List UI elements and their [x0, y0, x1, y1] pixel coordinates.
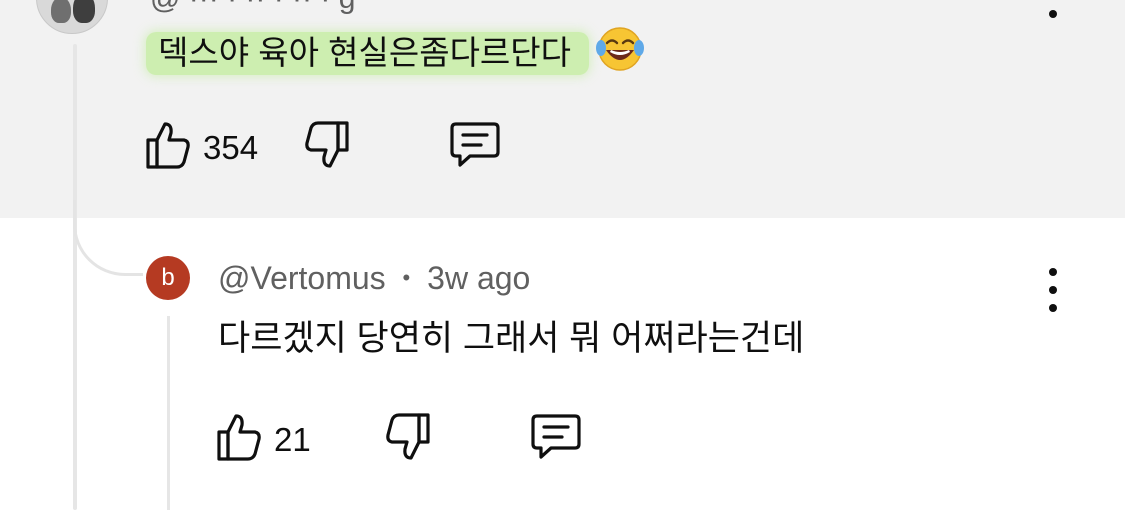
reply-button[interactable]	[529, 412, 583, 467]
face-with-tears-of-joy-icon	[595, 26, 645, 72]
dislike-button[interactable]	[385, 412, 431, 467]
more-vertical-icon[interactable]	[1043, 268, 1063, 312]
comment-icon	[529, 412, 583, 467]
thumbs-up-icon	[145, 120, 191, 175]
thumbs-down-icon	[304, 120, 350, 175]
thumbs-up-icon	[216, 412, 262, 467]
comment-actions: 21	[216, 412, 583, 467]
highlighted-text: 덱스야 육아 현실은좀다르단다	[146, 32, 590, 75]
comments-thread: @ ··· · ·· · ·· · g 덱스야 육아 현실은좀다르단다 3	[0, 0, 1125, 510]
more-vertical-icon[interactable]	[1043, 0, 1063, 18]
avatar[interactable]: b	[146, 256, 190, 300]
thumbs-down-icon	[385, 412, 431, 467]
avatar-figure	[51, 0, 71, 23]
comment-icon	[448, 120, 502, 175]
like-button[interactable]: 21	[216, 412, 311, 467]
thread-line	[73, 44, 77, 510]
comment-header: @ ··· · ·· · ·· · g	[150, 0, 355, 16]
comment-actions: 354	[145, 120, 502, 175]
separator: •	[402, 265, 411, 290]
thread-line	[167, 316, 170, 510]
avatar-figure	[73, 0, 95, 23]
avatar-letter: b	[161, 264, 175, 291]
like-button[interactable]: 354	[145, 120, 258, 175]
reply-button[interactable]	[448, 120, 502, 175]
comment-text: 덱스야 육아 현실은좀다르단다	[146, 26, 645, 75]
timestamp[interactable]: 3w ago	[427, 260, 530, 296]
like-count: 21	[274, 420, 311, 458]
thread-connector	[73, 200, 143, 276]
dislike-button[interactable]	[304, 120, 350, 175]
author-name[interactable]: @Vertomus	[218, 260, 386, 296]
comment-header: @Vertomus • 3w ago	[218, 260, 530, 297]
like-count: 354	[203, 128, 259, 166]
comment-text: 다르겠지 당연히 그래서 뭐 어쩌라는건데	[218, 319, 805, 358]
